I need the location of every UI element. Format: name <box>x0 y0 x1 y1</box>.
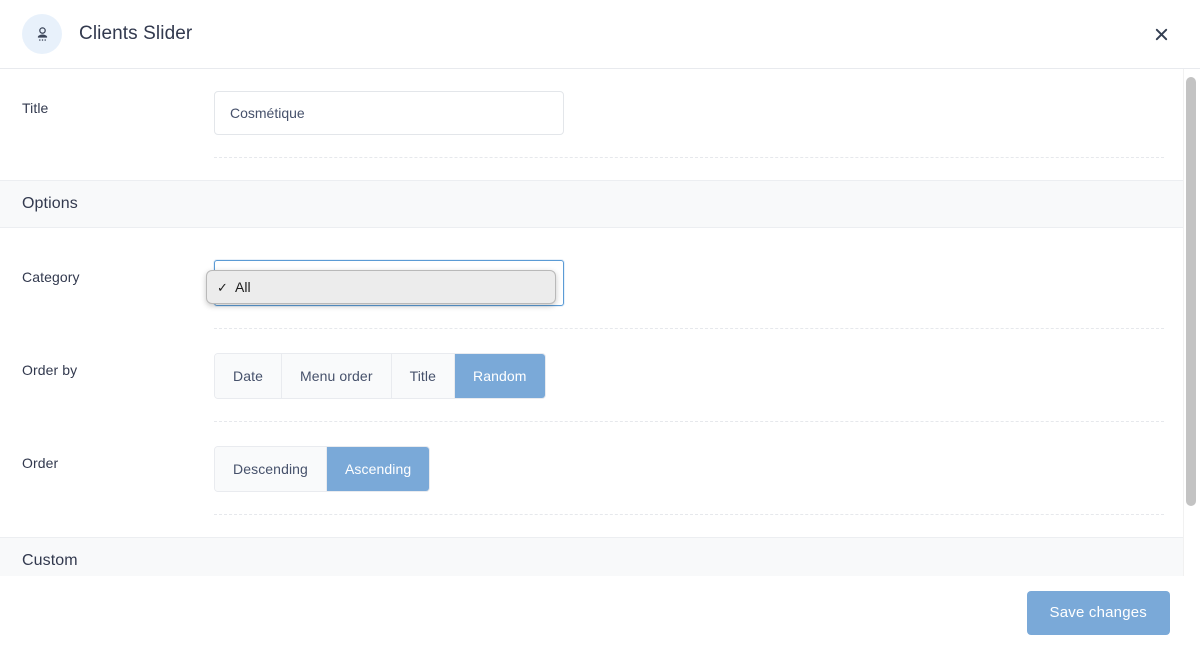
category-control: ✓ All <box>206 260 1164 306</box>
divider-title <box>214 157 1164 158</box>
scrollbar-thumb[interactable] <box>1186 77 1196 506</box>
order-by-label: Order by <box>22 362 78 378</box>
scroll-content: Title Options Category ✓ Al <box>0 69 1186 576</box>
checkmark-icon: ✓ <box>217 279 228 295</box>
order-by-button-group: Date Menu order Title Random <box>214 353 546 399</box>
dropdown-option-all[interactable]: ✓ All <box>207 273 555 301</box>
save-changes-button[interactable]: Save changes <box>1026 590 1170 635</box>
section-header-options: Options <box>0 180 1186 228</box>
title-control <box>214 91 1164 135</box>
field-row-title: Title <box>0 69 1186 157</box>
clients-slider-modal: Clients Slider Title Options Category <box>0 0 1200 648</box>
order-option-descending[interactable]: Descending <box>215 447 327 491</box>
order-button-group: Descending Ascending <box>214 446 431 492</box>
category-label: Category <box>22 269 80 285</box>
dropdown-option-label: All <box>235 279 251 295</box>
order-control: Descending Ascending <box>214 446 1164 492</box>
order-by-control: Date Menu order Title Random <box>214 353 1164 399</box>
field-row-category: Category ✓ All <box>0 228 1186 328</box>
order-label: Order <box>22 455 59 471</box>
order-by-option-menu-order[interactable]: Menu order <box>281 354 392 398</box>
order-by-option-title[interactable]: Title <box>391 354 456 398</box>
category-select-wrap: ✓ All <box>206 260 564 306</box>
divider-order <box>214 514 1164 515</box>
order-by-option-date[interactable]: Date <box>215 354 282 398</box>
modal-body: Title Options Category ✓ Al <box>0 69 1200 576</box>
page-title: Clients Slider <box>79 23 193 44</box>
field-row-order-by: Order by Date Menu order Title Random <box>0 329 1186 421</box>
close-icon[interactable] <box>1148 21 1174 47</box>
order-option-ascending[interactable]: Ascending <box>326 447 430 491</box>
category-dropdown-popup[interactable]: ✓ All <box>206 270 556 304</box>
user-clients-icon <box>22 14 62 54</box>
title-input[interactable] <box>214 91 564 135</box>
vertical-scrollbar[interactable] <box>1183 69 1197 576</box>
modal-header: Clients Slider <box>0 0 1200 69</box>
title-label: Title <box>22 100 49 116</box>
field-row-order: Order Descending Ascending <box>0 422 1186 514</box>
section-header-custom: Custom <box>0 537 1186 576</box>
modal-footer: Save changes <box>0 576 1200 648</box>
order-by-option-random[interactable]: Random <box>455 354 545 398</box>
